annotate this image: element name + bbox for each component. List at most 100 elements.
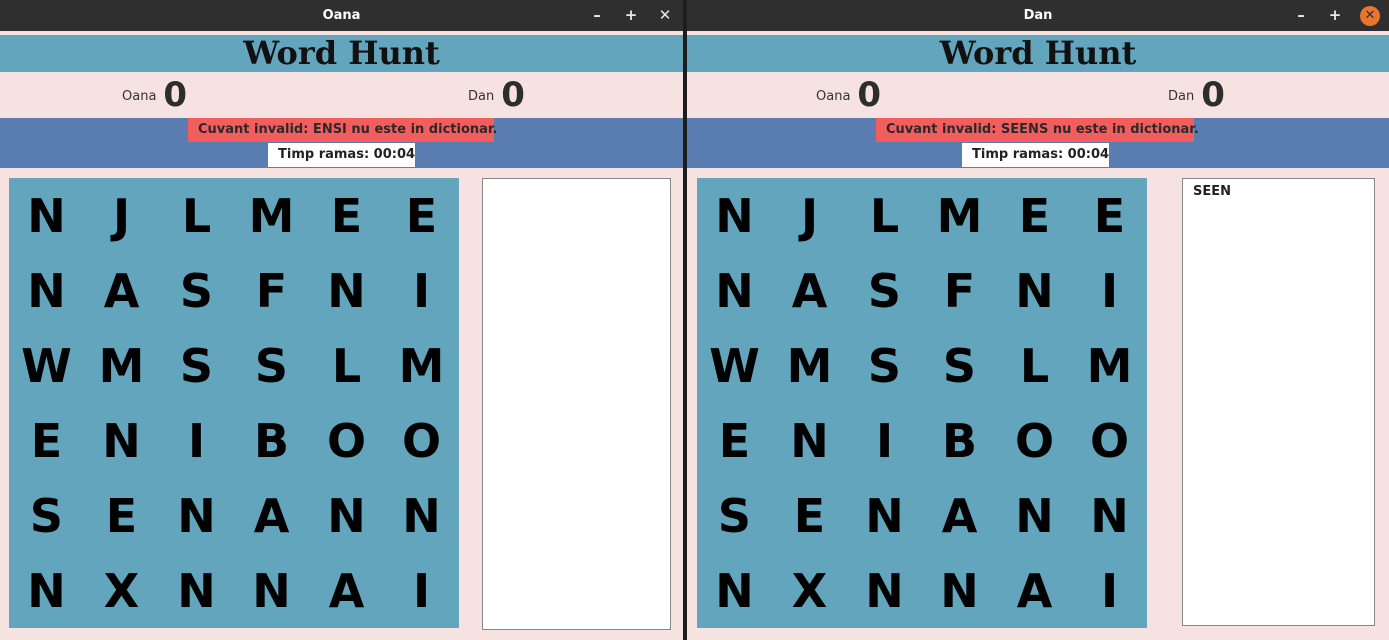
letter-cell[interactable]: B: [234, 403, 309, 478]
letter-cell[interactable]: L: [159, 178, 234, 253]
letter-cell[interactable]: N: [697, 253, 772, 328]
player-name: Dan: [1168, 88, 1195, 104]
score-player-1: Oana 0: [816, 72, 881, 118]
letter-cell[interactable]: N: [9, 253, 84, 328]
letter-cell[interactable]: X: [84, 553, 159, 628]
letter-cell[interactable]: O: [309, 403, 384, 478]
letter-cell[interactable]: N: [309, 478, 384, 553]
close-icon[interactable]: ✕: [655, 6, 675, 26]
letter-cell[interactable]: W: [9, 328, 84, 403]
letter-cell[interactable]: N: [997, 478, 1072, 553]
player-name: Dan: [468, 88, 495, 104]
letter-cell[interactable]: M: [772, 328, 847, 403]
letter-cell[interactable]: O: [384, 403, 459, 478]
maximize-icon[interactable]: +: [1325, 6, 1345, 26]
letter-cell[interactable]: M: [384, 328, 459, 403]
letter-cell[interactable]: S: [234, 328, 309, 403]
letter-cell[interactable]: I: [1072, 253, 1147, 328]
player-name: Oana: [122, 88, 157, 104]
letter-cell[interactable]: L: [847, 178, 922, 253]
letter-cell[interactable]: N: [234, 553, 309, 628]
game-window-dan: Dan – + ✕ Word Hunt Oana 0 Dan 0 Cuvant …: [685, 0, 1389, 640]
letter-cell[interactable]: N: [309, 253, 384, 328]
title-bar[interactable]: Dan – + ✕: [687, 0, 1389, 31]
letter-cell[interactable]: M: [234, 178, 309, 253]
score-player-2: Dan 0: [1168, 72, 1225, 118]
letter-cell[interactable]: N: [84, 403, 159, 478]
letter-cell[interactable]: N: [1072, 478, 1147, 553]
letter-cell[interactable]: J: [772, 178, 847, 253]
letter-cell[interactable]: A: [922, 478, 997, 553]
letter-cell[interactable]: L: [309, 328, 384, 403]
letter-cell[interactable]: N: [9, 178, 84, 253]
window-title: Dan: [1023, 8, 1053, 23]
title-bar[interactable]: Oana – + ✕: [0, 0, 683, 31]
game-window-oana: Oana – + ✕ Word Hunt Oana 0 Dan 0 Cuvant…: [0, 0, 683, 640]
letter-cell[interactable]: I: [384, 553, 459, 628]
letter-cell[interactable]: E: [84, 478, 159, 553]
letter-cell[interactable]: I: [384, 253, 459, 328]
error-message: Cuvant invalid: ENSI nu este in dictiona…: [188, 118, 497, 142]
letter-cell[interactable]: F: [234, 253, 309, 328]
score-player-1: Oana 0: [122, 72, 187, 118]
letter-cell[interactable]: M: [922, 178, 997, 253]
letter-cell[interactable]: E: [772, 478, 847, 553]
player-score: 0: [1201, 75, 1225, 115]
letter-cell[interactable]: J: [84, 178, 159, 253]
letter-cell[interactable]: N: [159, 478, 234, 553]
letter-cell[interactable]: E: [9, 403, 84, 478]
letter-cell[interactable]: O: [997, 403, 1072, 478]
letter-cell[interactable]: L: [997, 328, 1072, 403]
maximize-icon[interactable]: +: [621, 6, 641, 26]
letter-cell[interactable]: N: [847, 478, 922, 553]
found-words-list[interactable]: [482, 178, 671, 630]
letter-cell[interactable]: E: [1072, 178, 1147, 253]
letter-cell[interactable]: S: [847, 253, 922, 328]
letter-cell[interactable]: I: [159, 403, 234, 478]
letter-cell[interactable]: E: [697, 403, 772, 478]
minimize-icon[interactable]: –: [587, 6, 607, 26]
letter-cell[interactable]: N: [159, 553, 234, 628]
letter-cell[interactable]: A: [234, 478, 309, 553]
letter-cell[interactable]: N: [922, 553, 997, 628]
player-score: 0: [857, 75, 882, 115]
letter-cell[interactable]: M: [1072, 328, 1147, 403]
letter-cell[interactable]: N: [847, 553, 922, 628]
letter-cell[interactable]: A: [84, 253, 159, 328]
letter-cell[interactable]: X: [772, 553, 847, 628]
letter-cell[interactable]: N: [997, 253, 1072, 328]
letter-cell[interactable]: O: [1072, 403, 1147, 478]
letter-cell[interactable]: I: [1072, 553, 1147, 628]
letter-cell[interactable]: S: [159, 253, 234, 328]
minimize-icon[interactable]: –: [1291, 6, 1311, 26]
letter-cell[interactable]: F: [922, 253, 997, 328]
close-icon[interactable]: ✕: [1360, 6, 1380, 26]
letter-board: N J L M E E N A S F N I W M S S L M E N …: [9, 178, 459, 628]
letter-cell[interactable]: A: [997, 553, 1072, 628]
letter-cell[interactable]: E: [997, 178, 1072, 253]
letter-cell[interactable]: M: [84, 328, 159, 403]
letter-cell[interactable]: E: [309, 178, 384, 253]
letter-cell[interactable]: N: [697, 553, 772, 628]
letter-cell[interactable]: W: [697, 328, 772, 403]
letter-cell[interactable]: N: [772, 403, 847, 478]
letter-cell[interactable]: S: [922, 328, 997, 403]
player-name: Oana: [816, 88, 851, 104]
letter-cell[interactable]: A: [772, 253, 847, 328]
letter-cell[interactable]: N: [384, 478, 459, 553]
letter-cell[interactable]: I: [847, 403, 922, 478]
letter-cell[interactable]: S: [159, 328, 234, 403]
letter-cell[interactable]: S: [697, 478, 772, 553]
timer-label: Timp ramas: 00:04: [962, 143, 1109, 167]
letter-cell[interactable]: A: [309, 553, 384, 628]
score-player-2: Dan 0: [468, 72, 525, 118]
letter-cell[interactable]: S: [9, 478, 84, 553]
letter-cell[interactable]: B: [922, 403, 997, 478]
letter-cell[interactable]: N: [697, 178, 772, 253]
game-title: Word Hunt: [687, 35, 1389, 72]
letter-cell[interactable]: E: [384, 178, 459, 253]
letter-cell[interactable]: S: [847, 328, 922, 403]
found-words-list[interactable]: SEEN: [1182, 178, 1375, 626]
letter-cell[interactable]: N: [9, 553, 84, 628]
timer-label: Timp ramas: 00:04: [268, 143, 415, 167]
